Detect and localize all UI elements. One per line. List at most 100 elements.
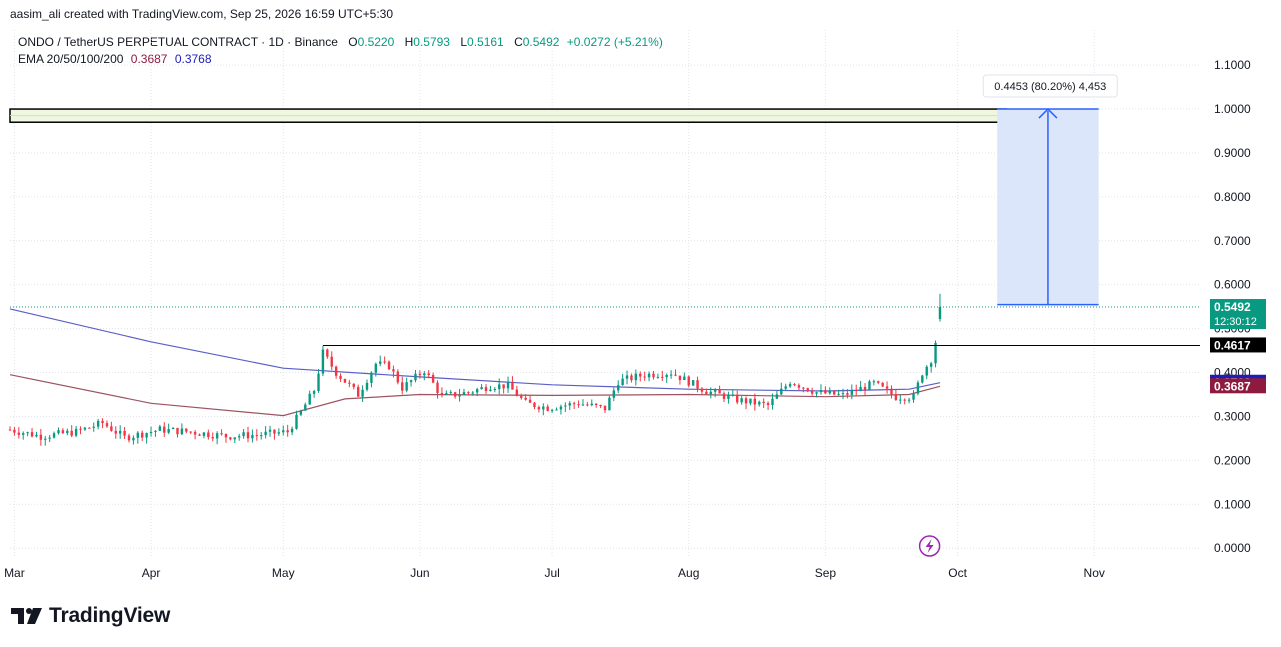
candle-body [621, 378, 624, 386]
time-axis: Mar Apr May Jun Jul Aug Sep Oct Nov [4, 566, 1105, 580]
candle-body [79, 428, 82, 430]
candle-body [617, 385, 620, 391]
candle-body [700, 388, 704, 392]
candle-body [802, 387, 805, 389]
candle-body [863, 386, 867, 391]
candle-body [819, 390, 823, 393]
price-label: 0.3687 [1214, 379, 1251, 393]
candle-body [308, 393, 311, 405]
candle-body [317, 373, 320, 391]
candle-body [215, 433, 219, 439]
candle-body [202, 432, 206, 436]
candle-body [753, 398, 757, 405]
candle-body [709, 391, 712, 395]
candle-body [590, 403, 593, 406]
candle-body [110, 426, 113, 431]
candle-body [859, 386, 862, 392]
candle-body [405, 382, 408, 391]
candle-body [352, 383, 355, 387]
x-tick-label: Nov [1084, 566, 1105, 580]
candle-body [48, 437, 51, 439]
event-marker[interactable] [918, 535, 941, 557]
candle-body [572, 403, 576, 405]
candle-body [736, 394, 739, 403]
candle-body [647, 373, 651, 378]
candle-body [656, 376, 660, 378]
candle-body [899, 399, 902, 401]
candle-body [758, 401, 761, 405]
candle-body [396, 371, 400, 383]
candle-body [22, 433, 25, 435]
candle-body [255, 435, 259, 437]
candle-body [286, 430, 289, 433]
candle-body [282, 430, 285, 433]
candle-body [207, 432, 210, 438]
candle-body [35, 434, 38, 437]
tradingview-logo[interactable]: TradingView [11, 604, 170, 628]
candle-body [154, 430, 157, 432]
candle-body [731, 394, 735, 396]
candle-body [493, 388, 497, 390]
candle-body [198, 434, 201, 436]
candle-body [630, 375, 633, 381]
candle-body [722, 393, 726, 399]
candle-body [577, 404, 580, 406]
candle-body [828, 390, 831, 394]
candle-body [224, 433, 228, 438]
candle-body [718, 389, 721, 394]
candle-body [475, 389, 479, 393]
candle-body [564, 405, 567, 407]
x-tick-label: Sep [815, 566, 837, 580]
candle-body [894, 394, 898, 400]
candle-body [608, 397, 611, 411]
candle-body [304, 404, 307, 411]
price-chart[interactable]: 0.4453 (80.20%) 4,453 1.1000 1.0000 0.9000… [0, 0, 1281, 647]
candle-body [639, 373, 642, 377]
candle-body [145, 433, 148, 438]
candle-body [401, 382, 404, 391]
candle-body [903, 399, 906, 401]
candle-body [52, 433, 56, 438]
candle-body [877, 381, 880, 383]
candle-body [127, 435, 131, 441]
candle-body [740, 398, 743, 403]
candle-body [846, 393, 849, 395]
candle-body [850, 390, 854, 395]
price-labels: 0.549212:30:120.46170.37680.3687 [1210, 299, 1266, 394]
candle-body [163, 426, 166, 433]
candle-body [321, 349, 325, 374]
candle-body [780, 388, 783, 395]
y-tick-label: 0.1000 [1214, 497, 1251, 511]
y-tick-label: 0.2000 [1214, 453, 1251, 467]
candle-body [916, 382, 920, 394]
candle-body [559, 406, 563, 410]
candle-body [330, 356, 333, 367]
candle-body [118, 430, 122, 434]
candle-body [458, 394, 461, 397]
candle-body [141, 432, 144, 438]
candle-body [114, 430, 117, 434]
candle-body [502, 384, 505, 389]
candle-body [537, 407, 541, 410]
candle-body [550, 409, 554, 411]
candle-body [749, 398, 752, 404]
x-tick-label: Oct [948, 566, 967, 580]
candle-body [237, 436, 241, 438]
candle-body [445, 393, 448, 395]
candle-body [17, 432, 21, 435]
candle-body [348, 382, 351, 384]
candle-body [8, 429, 12, 431]
candle-body [625, 375, 629, 379]
candle-body [436, 382, 439, 393]
candle-body [683, 376, 686, 381]
candle-body [246, 432, 250, 439]
candle-body [83, 427, 87, 430]
x-tick-label: Mar [4, 566, 25, 580]
ema-lines [9, 308, 941, 417]
candle-body [665, 374, 668, 378]
candle-body [727, 395, 730, 399]
candle-body [696, 380, 699, 389]
candle-body [105, 423, 109, 427]
candle-body [669, 374, 673, 376]
candles [8, 293, 942, 446]
